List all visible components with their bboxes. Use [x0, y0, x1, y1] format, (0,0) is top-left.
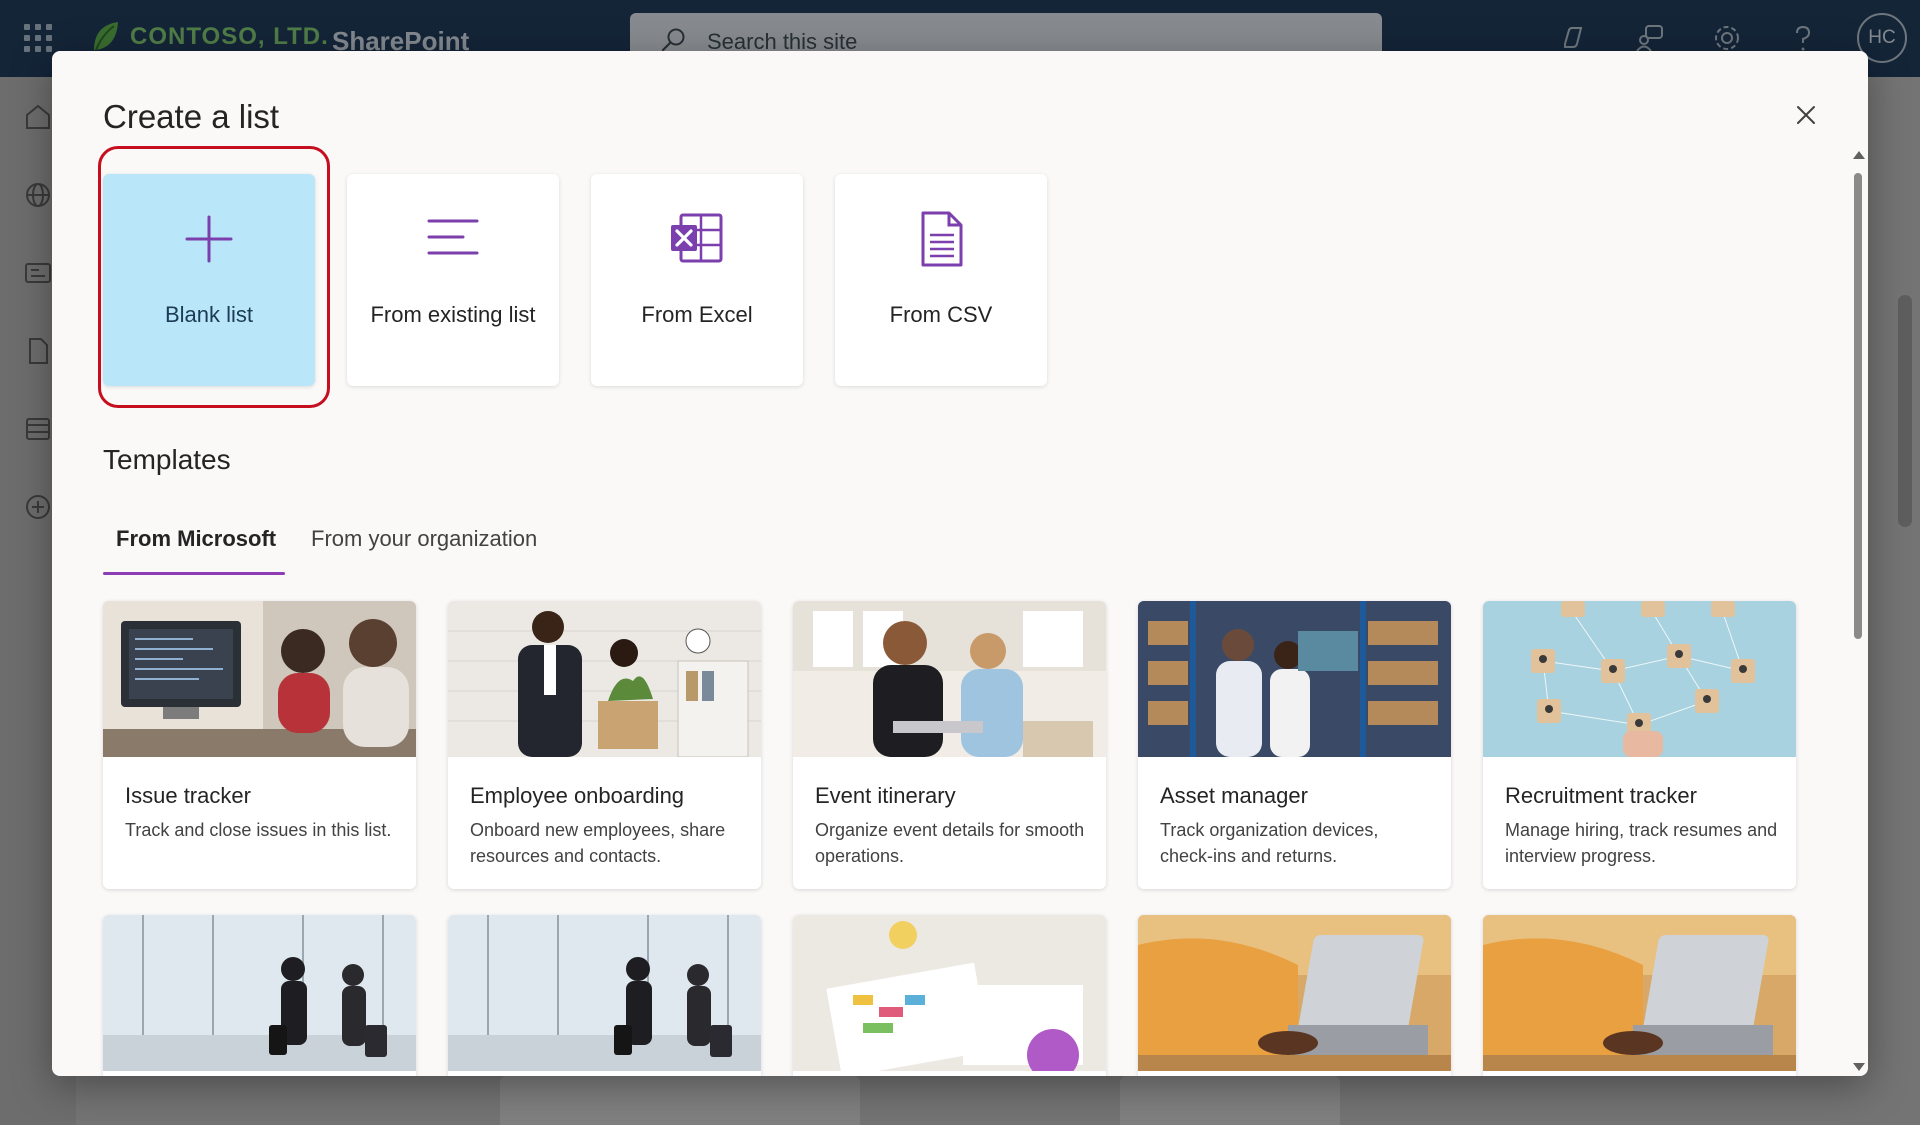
active-tab-indicator: [103, 572, 285, 575]
template-card-recruitment-tracker[interactable]: Recruitment tracker Manage hiring, track…: [1483, 601, 1796, 889]
template-description: Track and close issues in this list.: [125, 820, 392, 840]
template-card[interactable]: [448, 915, 761, 1076]
plus-icon: [185, 215, 233, 263]
from-csv-card[interactable]: From CSV: [835, 174, 1047, 386]
tab-from-microsoft[interactable]: From Microsoft: [116, 526, 276, 552]
template-title: Event itinerary: [815, 783, 956, 808]
tab-from-your-organization[interactable]: From your organization: [311, 526, 537, 552]
template-image-laptop-work: [1483, 915, 1796, 1071]
template-description: Track organization devices, check-ins an…: [1160, 820, 1379, 866]
dialog-title: Create a list: [103, 98, 280, 135]
background-card: [500, 1075, 860, 1125]
csv-file-icon: [921, 211, 963, 267]
create-list-dialog: Create a list Blank list From existing l…: [52, 51, 1868, 1076]
template-card[interactable]: [1483, 915, 1796, 1076]
template-card[interactable]: [103, 915, 416, 1076]
template-card[interactable]: [1138, 915, 1451, 1076]
background-scrollbar[interactable]: [1898, 295, 1912, 527]
template-title: Recruitment tracker: [1505, 783, 1697, 808]
template-image-laptop-work: [1138, 915, 1451, 1071]
background-card: [1120, 1075, 1340, 1125]
scroll-thumb[interactable]: [1854, 173, 1862, 639]
template-card-asset-manager[interactable]: Asset manager Track organization devices…: [1138, 601, 1451, 889]
template-card-employee-onboarding[interactable]: Employee onboarding Onboard new employee…: [448, 601, 761, 889]
template-title: Asset manager: [1160, 783, 1308, 808]
template-card[interactable]: [793, 915, 1106, 1076]
template-card-issue-tracker[interactable]: Issue tracker Track and close issues in …: [103, 601, 416, 889]
news-icon[interactable]: [22, 257, 54, 289]
template-image-onboarding: [448, 601, 761, 758]
from-excel-card[interactable]: From Excel: [591, 174, 803, 386]
template-image-event-planning: [793, 601, 1106, 757]
excel-icon: [671, 213, 723, 263]
template-description: Onboard new employees, share resources a…: [470, 820, 726, 866]
template-description: Manage hiring, track resumes and intervi…: [1505, 820, 1778, 866]
scroll-down-arrow-icon[interactable]: [1853, 1063, 1865, 1071]
document-icon[interactable]: [22, 335, 54, 367]
scroll-up-arrow-icon[interactable]: [1853, 151, 1865, 159]
template-description: Organize event details for smooth operat…: [815, 820, 1085, 866]
close-icon[interactable]: [1788, 97, 1824, 133]
template-card-event-itinerary[interactable]: Event itinerary Organize event details f…: [793, 601, 1106, 889]
lists-icon[interactable]: [22, 413, 54, 445]
template-title: Employee onboarding: [470, 783, 685, 808]
templates-heading: Templates: [103, 444, 231, 475]
list-lines-icon: [427, 219, 479, 255]
globe-icon[interactable]: [22, 179, 54, 211]
template-image-developers: [103, 601, 416, 757]
from-excel-label: From Excel: [641, 302, 753, 327]
blank-list-card[interactable]: Blank list: [103, 174, 315, 386]
dialog-scrollbar[interactable]: [1852, 151, 1865, 1071]
template-image-travel: [448, 915, 761, 1071]
template-image-travel: [103, 915, 416, 1071]
from-existing-list-label: From existing list: [370, 302, 536, 327]
template-title: Issue tracker: [125, 783, 251, 808]
from-existing-list-card[interactable]: From existing list: [347, 174, 559, 386]
template-image-warehouse: [1138, 601, 1451, 757]
home-icon[interactable]: [22, 101, 54, 133]
template-image-planning-charts: [793, 915, 1106, 1076]
template-image-recruitment-network: [1483, 601, 1796, 757]
blank-list-label: Blank list: [164, 302, 254, 327]
create-plus-circle-icon[interactable]: [22, 491, 54, 523]
from-csv-label: From CSV: [889, 302, 993, 327]
